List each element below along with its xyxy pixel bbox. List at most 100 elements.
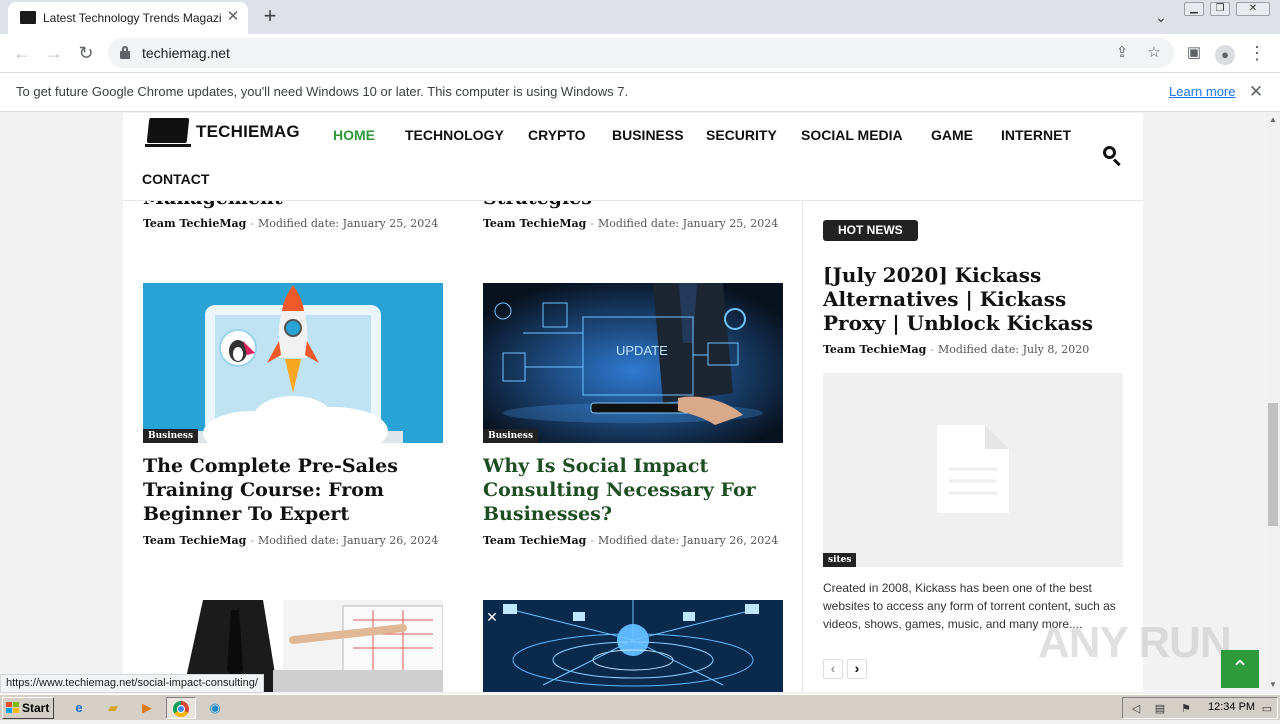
windows-taskbar: Start e ▰ ▶ ◉ ◁ ▤ ⚑ 12:34 PM ▭	[0, 694, 1280, 720]
minimize-window-icon[interactable]: ▁	[1184, 2, 1204, 16]
reload-icon[interactable]: ↻	[74, 41, 98, 65]
media-player-icon[interactable]: ▶	[134, 697, 160, 719]
volume-icon[interactable]: ◁	[1129, 702, 1143, 716]
nav-social-media[interactable]: SOCIAL MEDIA	[801, 127, 903, 143]
side-panel-icon[interactable]: ▣	[1182, 41, 1206, 65]
post-date: Modified date: January 26, 2024	[258, 534, 439, 547]
chrome-taskbar-icon[interactable]	[166, 697, 196, 719]
tab-strip: Latest Technology Trends Magazine - ✕ + …	[0, 0, 1280, 34]
update-thumb-text: UPDATE	[616, 343, 668, 358]
close-ad-icon[interactable]: ✕	[485, 610, 499, 624]
tab-close-icon[interactable]: ✕	[224, 8, 242, 26]
author-link[interactable]: Team TechieMag	[823, 343, 926, 356]
bookmark-star-icon[interactable]: ☆	[1142, 41, 1166, 65]
meta-separator: -	[590, 534, 595, 547]
infobar-message: To get future Google Chrome updates, you…	[16, 84, 629, 99]
nav-technology[interactable]: TECHNOLOGY	[405, 127, 504, 143]
post-thumbnail[interactable]: UPDATE Business	[483, 283, 783, 443]
start-label: Start	[22, 701, 50, 715]
post-title[interactable]: The Complete Pre-Sales Training Course: …	[143, 454, 443, 526]
post-thumbnail[interactable]: Business	[143, 283, 443, 443]
menu-kebab-icon[interactable]: ⋮	[1245, 41, 1269, 65]
profile-avatar-icon[interactable]: ●	[1213, 41, 1237, 65]
author-link[interactable]: Team TechieMag	[483, 217, 586, 230]
rocket-laptop-illustration	[183, 285, 403, 443]
site-header: TECHIEMAG HOME TECHNOLOGY CRYPTO BUSINES…	[123, 113, 1143, 201]
file-explorer-icon[interactable]: ▰	[100, 697, 126, 719]
sidebar-post-meta: Team TechieMag - Modified date: July 8, 20…	[823, 343, 1089, 356]
author-link[interactable]: Team TechieMag	[143, 217, 246, 230]
post-title[interactable]: Why Is Social Impact Consulting Necessar…	[483, 454, 783, 526]
meta-separator: -	[250, 534, 255, 547]
action-center-flag-icon[interactable]: ⚑	[1179, 702, 1193, 716]
url-text[interactable]: techiemag.net	[142, 45, 230, 61]
post-meta: Team TechieMag - Modified date: January 26…	[143, 534, 438, 547]
browser-toolbar: ← → ↻ techiemag.net ⇪ ☆ ▣ ● ⋮	[0, 34, 1280, 72]
lock-icon[interactable]	[120, 46, 130, 59]
post-thumbnail[interactable]: ✕	[483, 600, 783, 692]
nav-home[interactable]: HOME	[333, 127, 375, 143]
tab-title: Latest Technology Trends Magazine -	[43, 11, 221, 25]
close-window-icon[interactable]: ✕	[1236, 2, 1270, 16]
category-tag[interactable]: Business	[143, 429, 199, 443]
system-tray: ◁ ▤ ⚑ 12:34 PM ▭	[1122, 697, 1278, 719]
learn-more-link[interactable]: Learn more	[1169, 84, 1235, 99]
post-date: Modified date: January 26, 2024	[598, 534, 779, 547]
page-container: Management Strategies Team TechieMag-Mod…	[123, 113, 1143, 692]
scroll-down-arrow-icon[interactable]: ▼	[1266, 678, 1280, 692]
category-tag[interactable]: sites	[823, 553, 857, 567]
browser-tab[interactable]: Latest Technology Trends Magazine - ✕	[8, 2, 248, 34]
nav-business[interactable]: BUSINESS	[612, 127, 684, 143]
laptop-logo-icon[interactable]	[145, 118, 191, 147]
start-button[interactable]: Start	[2, 697, 54, 719]
scroll-up-arrow-icon[interactable]: ▲	[1266, 113, 1280, 127]
nav-internet[interactable]: INTERNET	[1001, 127, 1071, 143]
category-tag[interactable]: Business	[483, 429, 539, 443]
network-icon[interactable]: ▤	[1153, 702, 1167, 716]
sidebar-divider	[802, 201, 803, 692]
post-date: Modified date: January 25, 2024	[258, 217, 439, 230]
network-globe-illustration	[483, 600, 783, 692]
new-tab-icon[interactable]: +	[258, 5, 282, 29]
internet-explorer-icon[interactable]: e	[66, 697, 92, 719]
scroll-to-top-button[interactable]: ⌃	[1221, 650, 1259, 688]
anyrun-watermark: ANY RUN	[1038, 618, 1232, 667]
nav-contact[interactable]: CONTACT	[142, 171, 209, 187]
author-link[interactable]: Team TechieMag	[143, 534, 246, 547]
page-scrollbar[interactable]: ▲ ▼	[1266, 113, 1280, 692]
back-arrow-icon[interactable]: ←	[10, 41, 34, 65]
next-page-icon[interactable]: ›	[847, 659, 867, 679]
web-content: Management Strategies Team TechieMag-Mod…	[0, 113, 1266, 692]
meta-separator: -	[930, 343, 935, 356]
meta-separator: -	[250, 217, 255, 230]
site-logo-text[interactable]: TECHIEMAG	[196, 122, 300, 142]
prev-page-icon[interactable]: ‹	[823, 659, 843, 679]
nav-crypto[interactable]: CRYPTO	[528, 127, 586, 143]
scrollbar-thumb[interactable]	[1268, 403, 1278, 526]
document-placeholder-icon	[937, 425, 1009, 513]
update-infobar: To get future Google Chrome updates, you…	[0, 72, 1280, 112]
post-meta: Team TechieMag - Modified date: January 26…	[483, 534, 778, 547]
restore-window-icon[interactable]: ❐	[1210, 2, 1230, 16]
post-date: Modified date: January 25, 2024	[598, 217, 779, 230]
meta-separator: -	[590, 217, 595, 230]
status-bubble: https://www.techiemag.net/social-impact-…	[0, 674, 264, 693]
nav-game[interactable]: GAME	[931, 127, 973, 143]
tab-search-chevron-icon[interactable]: ⌄	[1150, 6, 1172, 28]
nav-security[interactable]: SECURITY	[706, 127, 777, 143]
infobar-close-icon[interactable]: ✕	[1246, 82, 1266, 102]
hot-news-badge: HOT NEWS	[823, 220, 918, 241]
search-icon[interactable]	[1103, 146, 1123, 167]
show-desktop-icon[interactable]: ▭	[1260, 702, 1274, 716]
address-bar[interactable]: techiemag.net ⇪ ☆	[108, 38, 1174, 68]
author-link[interactable]: Team TechieMag	[483, 534, 586, 547]
forward-arrow-icon[interactable]: →	[42, 41, 66, 65]
post-date: Modified date: July 8, 2020	[938, 343, 1090, 356]
site-favicon-icon	[20, 11, 36, 24]
post-meta: Team TechieMag - Modified date: January 25…	[143, 217, 438, 230]
sidebar-post-title[interactable]: [July 2020] Kickass Alternatives | Kicka…	[823, 263, 1133, 335]
taskbar-clock[interactable]: 12:34 PM	[1208, 701, 1255, 713]
edge-icon[interactable]: ◉	[202, 697, 228, 719]
sidebar-post-thumbnail[interactable]: sites	[823, 373, 1123, 567]
share-icon[interactable]: ⇪	[1110, 41, 1134, 65]
